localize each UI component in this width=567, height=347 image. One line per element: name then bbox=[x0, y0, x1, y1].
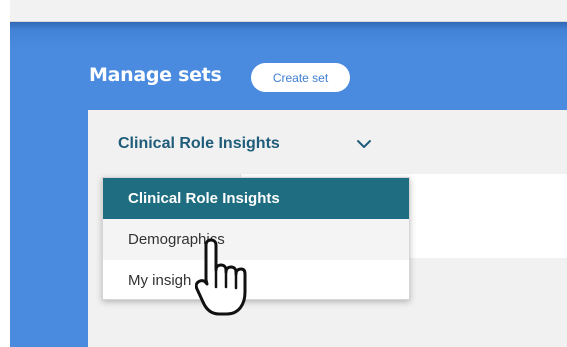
dropdown-item-label: Clinical Role Insights bbox=[128, 190, 280, 207]
selected-set-label: Clinical Role Insights bbox=[118, 135, 280, 152]
left-gutter bbox=[0, 0, 10, 347]
create-set-button[interactable]: Create set bbox=[251, 63, 350, 92]
dropdown-item-clinical-role-insights[interactable]: Clinical Role Insights bbox=[103, 178, 409, 219]
set-selector[interactable]: Clinical Role Insights bbox=[118, 130, 388, 158]
dropdown-item-my-insights[interactable]: My insigh bbox=[103, 260, 409, 301]
page-title: Manage sets bbox=[89, 64, 222, 86]
hand-pointer-icon bbox=[195, 238, 247, 316]
dropdown-item-demographics[interactable]: Demographics bbox=[103, 219, 409, 260]
set-dropdown-menu: Clinical Role Insights Demographics My i… bbox=[102, 177, 410, 300]
app-frame: Manage sets Create set Clinical Role Ins… bbox=[0, 0, 567, 347]
dropdown-item-label: My insigh bbox=[128, 272, 192, 289]
chevron-down-icon bbox=[357, 140, 371, 148]
top-strip bbox=[10, 0, 567, 22]
panel-top-shadow bbox=[10, 22, 567, 30]
